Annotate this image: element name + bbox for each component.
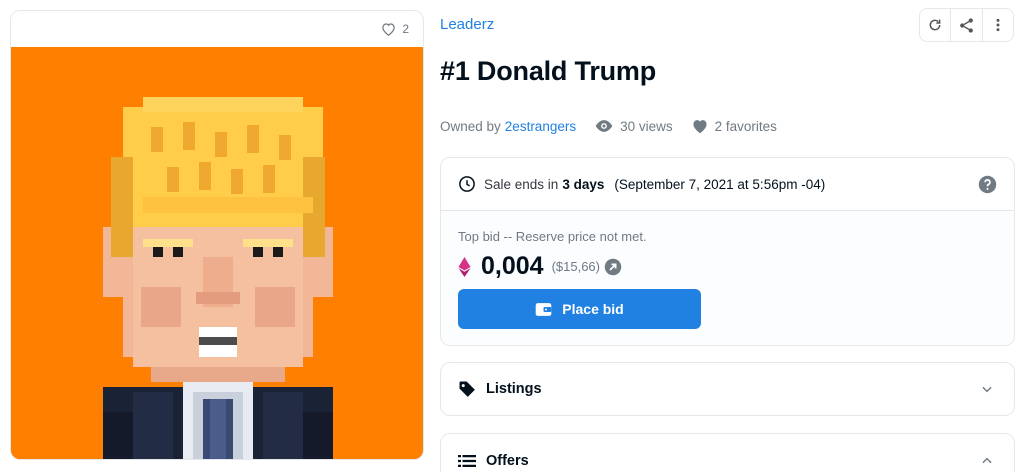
help-icon[interactable] [978, 175, 997, 197]
sale-end-date: (September 7, 2021 at 5:56pm -04) [614, 176, 826, 192]
favorite-count: 2 [402, 22, 409, 36]
nft-artwork-image [11, 47, 423, 459]
clock-icon [458, 175, 476, 193]
favorite-heart-icon[interactable] [381, 22, 396, 36]
ethereum-icon [458, 256, 471, 277]
more-options-button[interactable] [983, 9, 1013, 41]
place-bid-label: Place bid [562, 301, 624, 317]
item-toolbar [919, 8, 1014, 42]
item-title: #1 Donald Trump [440, 56, 657, 86]
top-bid-label: Top bid -- Reserve price not met. [458, 229, 647, 244]
favorites-count: 2 favorites [714, 118, 777, 134]
chevron-down-icon [980, 382, 994, 396]
listings-accordion[interactable]: Listings [440, 362, 1015, 416]
offers-accordion[interactable]: Offers [440, 433, 1015, 472]
list-icon [458, 454, 476, 467]
more-vertical-icon [996, 18, 1000, 32]
wallet-icon [535, 302, 552, 316]
sale-ends-in: 3 days [562, 176, 605, 192]
views-count: 30 views [620, 118, 673, 134]
refresh-icon [929, 19, 941, 31]
refresh-button[interactable] [920, 9, 952, 41]
views-stat: 30 views [594, 119, 673, 134]
place-bid-button[interactable]: Place bid [458, 289, 701, 329]
top-bid-price: 0,004 [481, 252, 544, 280]
artwork-card-header: 2 [11, 11, 423, 47]
offers-label: Offers [486, 452, 529, 469]
share-button[interactable] [951, 9, 983, 41]
owner-link[interactable]: 2estrangers [505, 119, 576, 134]
artwork-card: 2 [10, 10, 424, 460]
sale-panel: Sale ends in 3 days (September 7, 2021 a… [440, 157, 1015, 346]
heart-icon [693, 120, 707, 134]
favorites-stat: 2 favorites [691, 118, 777, 134]
eye-icon [595, 120, 613, 132]
listings-label: Listings [486, 381, 542, 397]
chevron-up-icon [980, 454, 994, 468]
share-icon [960, 17, 973, 33]
sale-ends-label: Sale ends in [484, 176, 559, 192]
item-meta: Owned by 2estrangers 30 views 2 favorite… [440, 116, 777, 136]
tag-icon [459, 381, 475, 397]
collection-link[interactable]: Leaderz [440, 16, 494, 33]
top-bid-usd: ($15,66) [551, 259, 600, 274]
owned-by-label: Owned by [440, 118, 501, 134]
external-arrow-icon[interactable] [604, 258, 622, 276]
price-row: 0,004 ($15,66) [458, 252, 997, 281]
sale-header: Sale ends in 3 days (September 7, 2021 a… [441, 158, 1014, 211]
